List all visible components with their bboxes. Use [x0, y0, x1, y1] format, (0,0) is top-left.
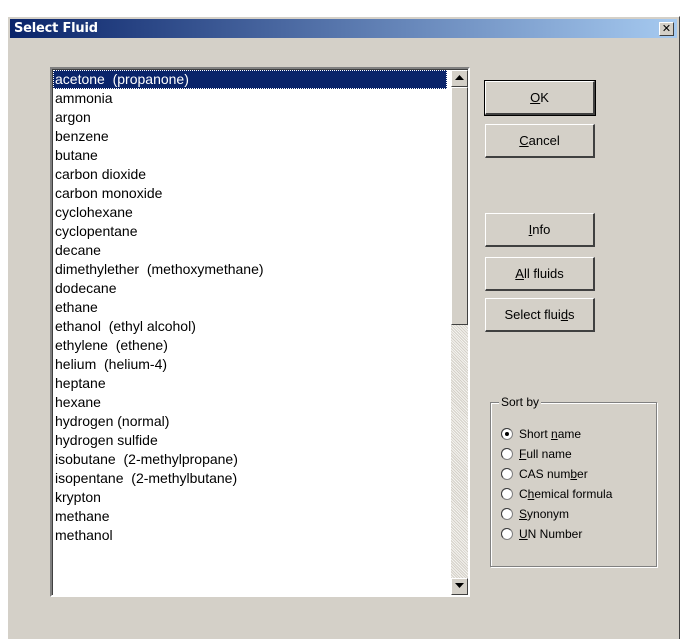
sort-option-label: Chemical formula: [519, 487, 613, 501]
radio-circle-icon: [501, 488, 513, 500]
fluid-list-item[interactable]: hydrogen (normal): [53, 412, 447, 431]
sort-option-label: Short name: [519, 427, 582, 441]
cancel-button[interactable]: Cancel: [485, 124, 595, 158]
radio-circle-icon: [501, 468, 513, 480]
radio-circle-icon: [501, 528, 513, 540]
sort-option-label: Synonym: [519, 507, 570, 521]
radio-circle-icon: [501, 428, 513, 440]
ok-button[interactable]: OK: [484, 80, 596, 116]
fluid-list-item[interactable]: carbon monoxide: [53, 184, 447, 203]
scroll-down-button[interactable]: [451, 578, 468, 595]
fluid-list-item[interactable]: krypton: [53, 488, 447, 507]
fluid-list-item[interactable]: hexane: [53, 393, 447, 412]
fluid-list-item[interactable]: isobutane (2-methylpropane): [53, 450, 447, 469]
fluid-list-item[interactable]: cyclopentane: [53, 222, 447, 241]
fluid-list-item[interactable]: ethanol (ethyl alcohol): [53, 317, 447, 336]
fluid-list-item[interactable]: cyclohexane: [53, 203, 447, 222]
fluid-list-item[interactable]: dodecane: [53, 279, 447, 298]
sort-option-label: Full name: [519, 447, 572, 461]
close-button[interactable]: ✕: [659, 22, 674, 36]
fluid-list-item[interactable]: ammonia: [53, 89, 447, 108]
fluid-list-item[interactable]: isopentane (2-methylbutane): [53, 469, 447, 488]
fluid-listbox[interactable]: acetone (propanone) ammonia argon benzene bu…: [50, 67, 470, 597]
fluid-list-item[interactable]: argon: [53, 108, 447, 127]
sort-option-label: UN Number: [519, 527, 583, 541]
fluid-list-item[interactable]: carbon dioxide: [53, 165, 447, 184]
fluid-list-item[interactable]: butane: [53, 146, 447, 165]
fluid-list-item[interactable]: heptane: [53, 374, 447, 393]
fluid-list-item[interactable]: methanol: [53, 526, 447, 545]
sort-by-group: Sort by Short name Full name CAS number Che…: [490, 395, 657, 567]
sort-by-legend: Sort by: [499, 395, 542, 409]
fluid-list-item[interactable]: hydrogen sulfide: [53, 431, 447, 450]
radio-circle-icon: [501, 508, 513, 520]
fluid-list-item[interactable]: dimethylether (methoxymethane): [53, 260, 447, 279]
window-title: Select Fluid: [14, 21, 98, 36]
fluid-list-item[interactable]: helium (helium-4): [53, 355, 447, 374]
fluid-list-item[interactable]: acetone (propanone): [53, 70, 447, 89]
fluid-list-item[interactable]: methane: [53, 507, 447, 526]
sort-option-label: CAS number: [519, 467, 588, 481]
fluid-list-item[interactable]: benzene: [53, 127, 447, 146]
fluid-list-item[interactable]: decane: [53, 241, 447, 260]
info-button[interactable]: Info: [485, 213, 595, 247]
select-fluid-dialog: Select Fluid ✕ acetone (propanone) ammoni…: [7, 16, 680, 639]
fluid-list[interactable]: acetone (propanone) ammonia argon benzene bu…: [53, 70, 447, 545]
title-bar[interactable]: Select Fluid ✕: [10, 19, 677, 38]
scroll-up-button[interactable]: [451, 70, 468, 87]
all-fluids-button[interactable]: All fluids: [485, 257, 595, 291]
arrow-down-icon: [455, 583, 464, 588]
fluid-list-item[interactable]: ethane: [53, 298, 447, 317]
vertical-scrollbar[interactable]: [451, 70, 468, 595]
radio-circle-icon: [501, 448, 513, 460]
select-fluids-button[interactable]: Select fluids: [485, 298, 595, 332]
arrow-up-icon: [455, 75, 464, 80]
fluid-list-item[interactable]: ethylene (ethene): [53, 336, 447, 355]
scroll-thumb[interactable]: [451, 87, 468, 325]
close-icon: ✕: [661, 22, 672, 35]
